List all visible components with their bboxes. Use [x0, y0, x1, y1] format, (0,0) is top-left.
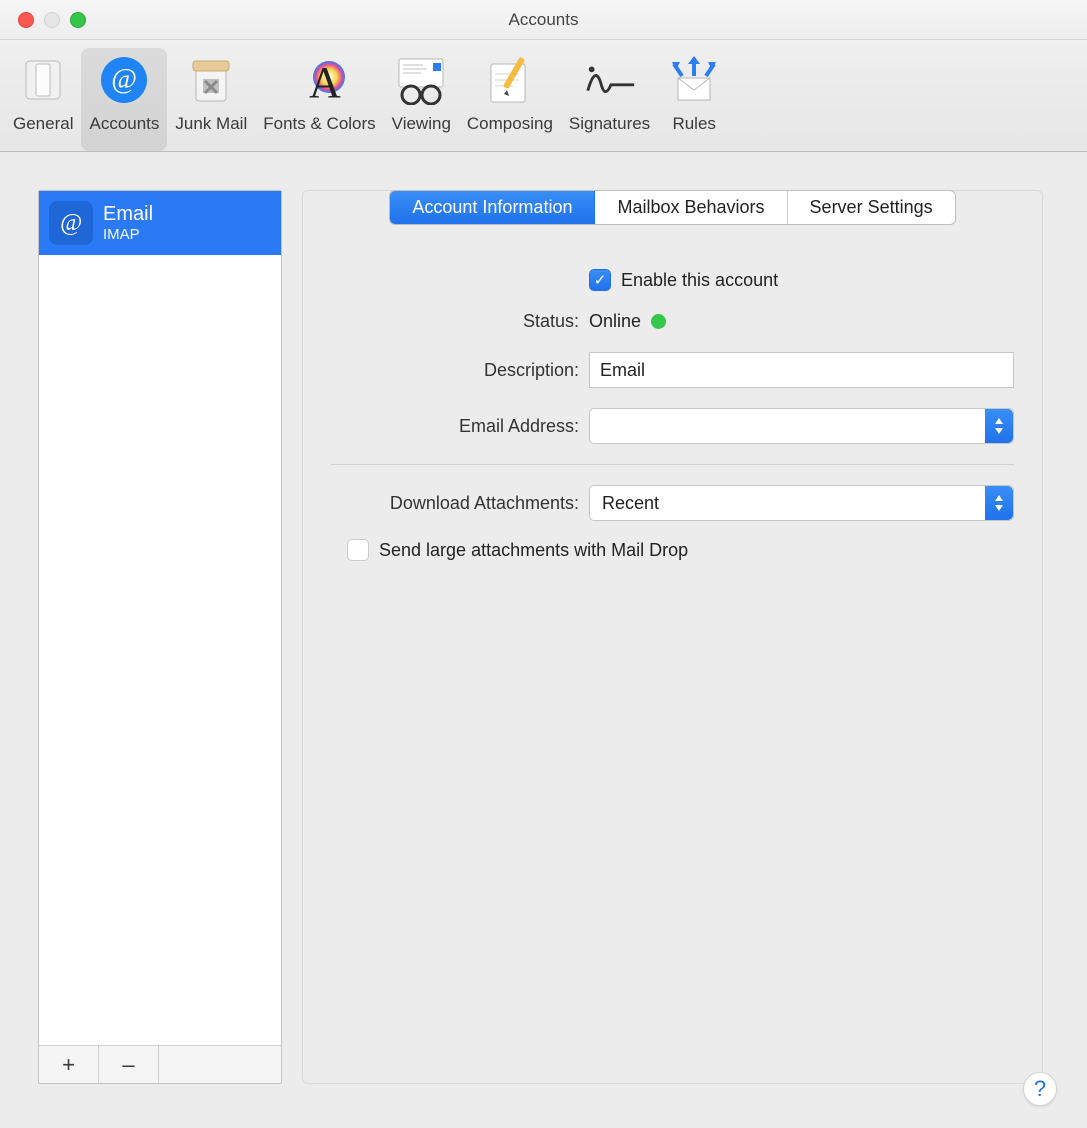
description-label: Description: [331, 360, 579, 381]
email-address-popup[interactable] [589, 408, 1014, 444]
at-icon: @ [49, 201, 93, 245]
description-input[interactable]: Email [589, 352, 1014, 388]
enable-account-label: Enable this account [621, 270, 778, 291]
fonts-colors-icon: A [291, 52, 347, 108]
account-item[interactable]: @ Email IMAP [39, 191, 281, 255]
detail-tabs: Account Information Mailbox Behaviors Se… [331, 190, 1014, 225]
download-attachments-value: Recent [602, 493, 659, 514]
email-address-label: Email Address: [331, 416, 579, 437]
tab-account-information[interactable]: Account Information [390, 191, 595, 224]
account-list[interactable]: @ Email IMAP [39, 191, 281, 1045]
status-label: Status: [331, 311, 579, 332]
sidebar-footer: + – [39, 1045, 281, 1083]
toolbar-label: Accounts [89, 114, 159, 134]
toolbar-label: Fonts & Colors [263, 114, 375, 134]
account-name: Email [103, 203, 153, 226]
toolbar-fonts-colors[interactable]: A Fonts & Colors [255, 48, 383, 151]
toolbar-label: General [13, 114, 73, 134]
download-attachments-popup[interactable]: Recent [589, 485, 1014, 521]
toolbar-junk[interactable]: Junk Mail [167, 48, 255, 151]
preferences-toolbar: General @ Accounts Junk Mail [0, 40, 1087, 152]
toolbar-label: Composing [467, 114, 553, 134]
toolbar-accounts[interactable]: @ Accounts [81, 48, 167, 151]
divider [331, 464, 1014, 465]
mail-drop-checkbox[interactable] [347, 539, 369, 561]
help-button[interactable]: ? [1023, 1072, 1057, 1106]
signatures-icon [582, 52, 638, 108]
toolbar-signatures[interactable]: Signatures [561, 48, 658, 151]
svg-text:@: @ [60, 210, 82, 236]
toolbar-composing[interactable]: Composing [459, 48, 561, 151]
toolbar-label: Signatures [569, 114, 650, 134]
trash-icon [183, 52, 239, 108]
rules-icon [666, 52, 722, 108]
accounts-icon: @ [96, 52, 152, 108]
chevron-updown-icon [985, 409, 1013, 443]
account-subtitle: IMAP [103, 226, 153, 243]
download-attachments-label: Download Attachments: [331, 493, 579, 514]
toolbar-rules[interactable]: Rules [658, 48, 730, 151]
composing-icon [482, 52, 538, 108]
account-detail-pane: Account Information Mailbox Behaviors Se… [302, 190, 1043, 1084]
toolbar-label: Viewing [392, 114, 451, 134]
accounts-sidebar: @ Email IMAP + – [38, 190, 282, 1084]
svg-text:A: A [309, 58, 341, 105]
sidebar-spacer [159, 1046, 281, 1083]
chevron-updown-icon [985, 486, 1013, 520]
mail-drop-label: Send large attachments with Mail Drop [379, 540, 688, 561]
toolbar-general[interactable]: General [5, 48, 81, 151]
toolbar-label: Junk Mail [175, 114, 247, 134]
status-online-dot-icon [651, 314, 666, 329]
titlebar: Accounts [0, 0, 1087, 40]
window-title: Accounts [0, 10, 1087, 30]
add-account-button[interactable]: + [39, 1046, 99, 1083]
viewing-icon [393, 52, 449, 108]
account-form: Enable this account Status: Online Descr… [331, 269, 1014, 561]
enable-account-checkbox[interactable] [589, 269, 611, 291]
toolbar-label: Rules [672, 114, 715, 134]
remove-account-button[interactable]: – [99, 1046, 159, 1083]
svg-text:@: @ [112, 64, 138, 95]
general-icon [15, 52, 71, 108]
toolbar-viewing[interactable]: Viewing [384, 48, 459, 151]
status-value: Online [589, 311, 641, 332]
tab-server-settings[interactable]: Server Settings [788, 191, 955, 224]
tab-mailbox-behaviors[interactable]: Mailbox Behaviors [595, 191, 787, 224]
content-area: @ Email IMAP + – Account Information Mai… [0, 152, 1087, 1128]
